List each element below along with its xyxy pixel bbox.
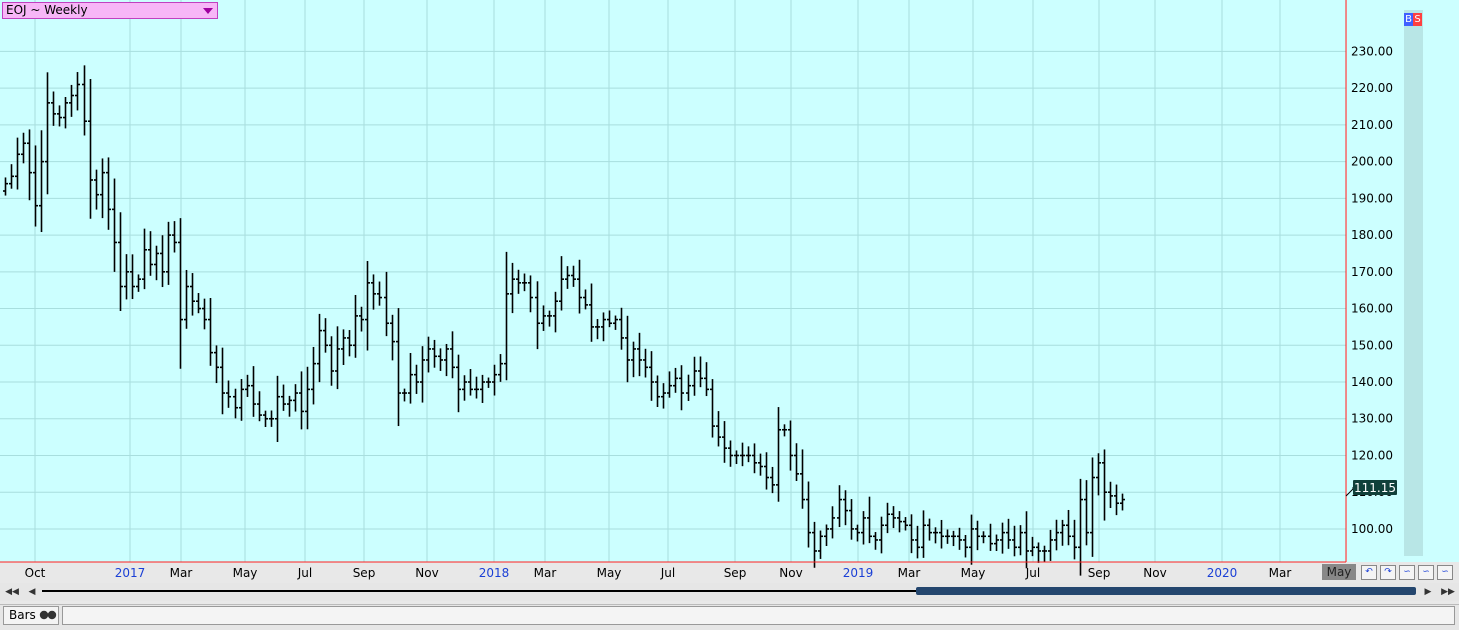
x-tick-label: Sep [723,566,747,580]
y-tick-label: 180.00 [1351,228,1393,242]
x-tick-label: May [960,566,986,580]
price-chart[interactable]: 100.00110.00120.00130.00140.00150.00160.… [0,0,1459,583]
symbol-label: EOJ ~ Weekly [6,3,88,17]
x-tick-label: 2017 [114,566,146,580]
price-tag-text: 111.15 [1354,481,1396,495]
chart-area[interactable]: 100.00110.00120.00130.00140.00150.00160.… [0,0,1459,583]
zoom-out-icon[interactable]: ↷ [1380,565,1396,580]
x-tick-label: Nov [415,566,439,580]
y-tick-label: 210.00 [1351,118,1393,132]
sell-toggle[interactable]: S [1413,13,1422,26]
x-tick-label: May [232,566,258,580]
x-tick-label: Mar [897,566,921,580]
status-field [62,606,1455,625]
scroll-last-icon[interactable]: ▶▶ [1440,584,1456,600]
y-tick-label: 130.00 [1351,412,1393,426]
buy-toggle[interactable]: B [1404,13,1413,26]
expand-icon[interactable]: ∽ [1418,565,1434,580]
last-price-tag: 111.15 [1345,479,1397,497]
y-tick-label: 160.00 [1351,302,1393,316]
x-tick-label: Oct [24,566,46,580]
y-tick-label: 150.00 [1351,338,1393,352]
x-tick-label: 2019 [842,566,874,580]
dropdown-arrow-icon[interactable] [203,8,213,14]
y-tick-label: 230.00 [1351,44,1393,58]
x-tick-label: Mar [169,566,193,580]
scroll-thumb[interactable] [916,587,1416,595]
scroll-right-icon[interactable]: ▶ [1420,584,1436,600]
y-tick-label: 220.00 [1351,81,1393,95]
chart-type-label: Bars [9,608,36,622]
plot-background [0,0,1346,562]
fit-icon[interactable]: ∽ [1437,565,1453,580]
y-tick-label: 190.00 [1351,191,1393,205]
zoom-in-icon[interactable]: ↶ [1361,565,1377,580]
x-tick-label: 2018 [478,566,510,580]
x-tick-label: Nov [1143,566,1167,580]
y-tick-label: 120.00 [1351,448,1393,462]
symbol-selector[interactable]: EOJ ~ Weekly [2,2,218,19]
chart-type-selector[interactable]: Bars [3,606,59,625]
chart-type-icon[interactable] [39,610,57,620]
x-tick-label: Mar [533,566,557,580]
scroll-left-icon[interactable]: ◀ [24,584,40,600]
y-tick-label: 100.00 [1351,522,1393,536]
right-scroll-strip[interactable] [1404,10,1423,556]
y-tick-label: 170.00 [1351,265,1393,279]
x-tick-label: Jul [1025,566,1041,580]
y-tick-label: 200.00 [1351,155,1393,169]
x-tick-label: Sep [352,566,376,580]
x-tick-label: 2020 [1206,566,1238,580]
x-tick-label: Sep [1087,566,1111,580]
scroll-first-icon[interactable]: ◀◀ [4,584,20,600]
scroll-track[interactable] [42,590,917,592]
x-tick-label: Jul [660,566,676,580]
x-tick-label: Nov [779,566,803,580]
x-tick-label: Jul [297,566,313,580]
x-tick-label: Mar [1268,566,1292,580]
current-period-label: May [1322,564,1356,580]
y-tick-label: 140.00 [1351,375,1393,389]
x-tick-label: May [596,566,622,580]
compress-icon[interactable]: ∽ [1399,565,1415,580]
